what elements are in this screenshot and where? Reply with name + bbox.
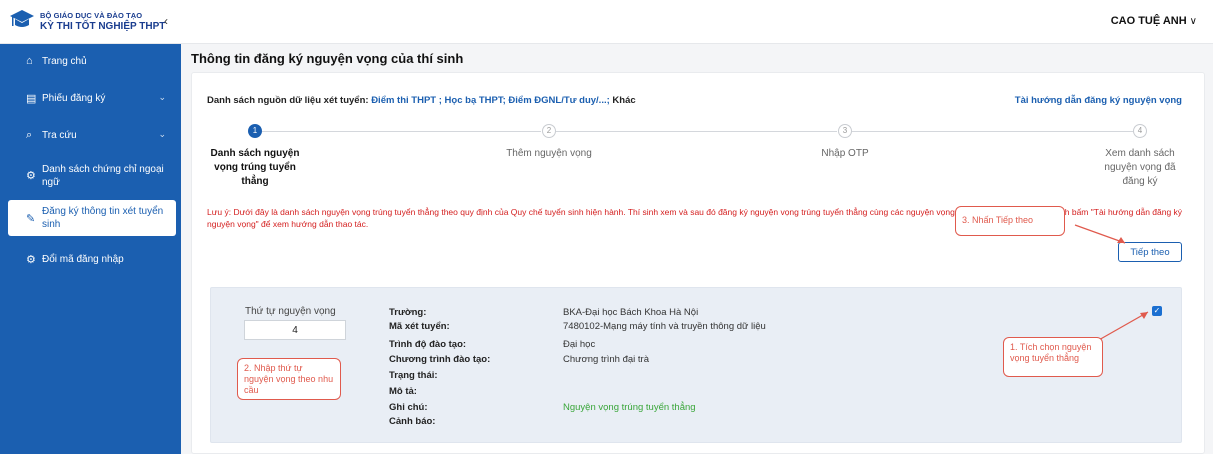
- sidebar-item-label: Tra cứu: [42, 130, 77, 141]
- step-1-label: Danh sách nguyện vọng trúng tuyển thẳng: [210, 148, 300, 187]
- chevron-down-icon: ⌄: [158, 129, 166, 139]
- sidebar-item-label: Phiếu đăng ký: [42, 93, 106, 104]
- gear-icon: ⚙: [26, 170, 36, 182]
- top-bar: BỘ GIÁO DỤC VÀ ĐÀO TẠO KỲ THI TỐT NGHIỆP…: [0, 0, 1213, 44]
- order-input[interactable]: [244, 320, 346, 340]
- page-title: Thông tin đăng ký nguyện vọng của thí si…: [191, 51, 464, 66]
- chevron-down-icon: ⌄: [158, 92, 166, 102]
- data-sources: Danh sách nguồn dữ liệu xét tuyển: Điểm …: [207, 95, 636, 106]
- step-1-dot: 1: [248, 124, 262, 138]
- exam-name: KỲ THI TỐT NGHIỆP THPT: [40, 21, 166, 32]
- stepper-line: [556, 131, 837, 132]
- step-3-dot: 3: [838, 124, 852, 138]
- sidebar-item-registration[interactable]: ▤ Phiếu đăng ký ⌄: [8, 89, 176, 107]
- field-value: Chương trình đại trà: [563, 354, 649, 365]
- collapse-sidebar-icon[interactable]: ‹: [164, 14, 168, 28]
- edit-icon: ✎: [26, 213, 36, 225]
- field-value: 7480102-Mạng máy tính và truyền thông dữ…: [563, 321, 766, 332]
- sidebar-item-lookup[interactable]: ⌕ Tra cứu ⌄: [8, 126, 176, 144]
- field-value: Nguyện vọng trúng tuyển thẳng: [563, 402, 696, 413]
- sidebar-item-label: Danh sách chứng chỉ ngoại ngữ: [42, 164, 164, 188]
- search-icon: ⌕: [26, 129, 33, 141]
- sidebar-item-label: Đổi mã đăng nhập: [42, 254, 124, 265]
- field-key: Mã xét tuyển:: [389, 321, 450, 332]
- order-label: Thứ tự nguyện vọng: [245, 306, 336, 317]
- gear-icon: ⚙: [26, 254, 36, 266]
- next-button[interactable]: Tiếp theo: [1118, 242, 1182, 262]
- step-2-dot: 2: [542, 124, 556, 138]
- step-3-label: Nhập OTP: [821, 148, 869, 159]
- step-2-label: Thêm nguyện vọng: [506, 148, 592, 159]
- sidebar-item-admission-registration[interactable]: ✎ Đăng ký thông tin xét tuyển sinh: [8, 200, 176, 236]
- org-name: BỘ GIÁO DỤC VÀ ĐÀO TẠO: [40, 11, 143, 20]
- step-4-dot: 4: [1133, 124, 1147, 138]
- callout-step-3: 3. Nhấn Tiếp theo: [955, 206, 1065, 236]
- user-menu[interactable]: CAO TUỆ ANH ∨: [1111, 15, 1197, 27]
- user-name: CAO TUỆ ANH: [1110, 15, 1187, 27]
- logo-icon: [10, 10, 34, 27]
- field-key: Trạng thái:: [389, 370, 438, 381]
- sidebar-item-home[interactable]: ⌂ Trang chủ: [8, 52, 176, 70]
- field-key: Trường:: [389, 307, 427, 318]
- home-icon: ⌂: [26, 55, 33, 67]
- sidebar-item-label: Trang chủ: [42, 56, 87, 67]
- callout-step-2: 2. Nhập thứ tự nguyện vọng theo nhu cầu: [237, 358, 341, 400]
- field-key: Mô tả:: [389, 386, 417, 397]
- sources-links[interactable]: Điểm thi THPT ; Học bạ THPT; Điểm ĐGNL/T…: [371, 95, 610, 106]
- field-key: Chương trình đào tạo:: [389, 354, 491, 365]
- stepper-line: [262, 131, 541, 132]
- sidebar-item-certificates[interactable]: ⚙ Danh sách chứng chỉ ngoại ngữ: [8, 160, 176, 190]
- field-value: Đại học: [563, 339, 596, 350]
- check-icon: ✓: [1153, 306, 1161, 315]
- field-key: Trình độ đào tạo:: [389, 339, 467, 350]
- field-key: Ghi chú:: [389, 402, 428, 413]
- field-key: Cảnh báo:: [389, 416, 436, 427]
- select-wish-checkbox[interactable]: ✓: [1152, 306, 1162, 316]
- sources-prefix: Danh sách nguồn dữ liệu xét tuyển:: [207, 95, 369, 106]
- field-value: BKA-Đại học Bách Khoa Hà Nội: [563, 307, 699, 318]
- chevron-down-icon: ∨: [1189, 16, 1197, 27]
- document-icon: ▤: [26, 93, 37, 105]
- sidebar-item-change-password[interactable]: ⚙ Đổi mã đăng nhập: [8, 250, 176, 268]
- guide-link[interactable]: Tài hướng dẫn đăng ký nguyện vọng: [1015, 95, 1182, 106]
- callout-step-1: 1. Tích chọn nguyện vọng tuyển thẳng: [1003, 337, 1103, 377]
- stepper-line: [852, 131, 1133, 132]
- step-4-label: Xem danh sách nguyện vọng đã đăng ký: [1104, 148, 1176, 187]
- sidebar-item-label: Đăng ký thông tin xét tuyển sinh: [42, 206, 164, 230]
- sources-suffix: Khác: [612, 95, 636, 106]
